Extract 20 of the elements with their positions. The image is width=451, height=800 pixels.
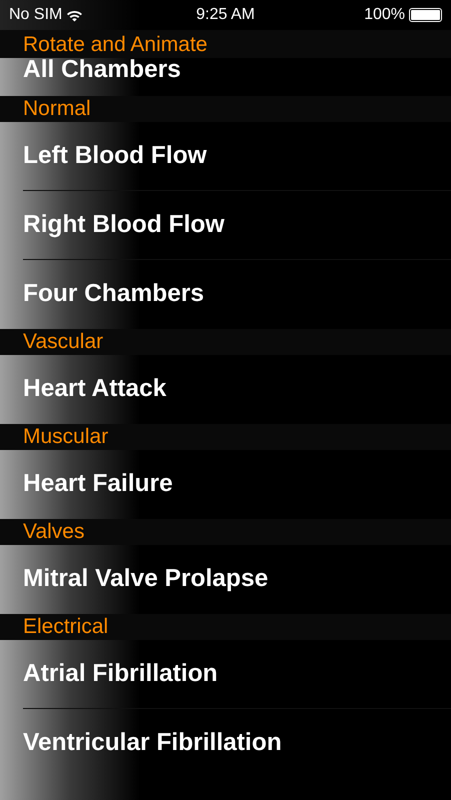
clock-text: 9:25 AM [196,5,255,25]
battery-percent: 100% [364,5,405,25]
menu-item[interactable]: Atrial Fibrillation [23,656,218,693]
wifi-icon [66,8,84,22]
menu-item[interactable]: Four Chambers [23,276,204,313]
carrier-text: No SIM [9,5,62,25]
menu-item[interactable]: All Chambers [23,58,181,82]
section-header: Valves [0,519,451,545]
menu-item[interactable]: Right Blood Flow [23,207,224,244]
menu-item[interactable]: Heart Attack [23,371,166,408]
battery-icon [408,8,442,22]
section-header: Vascular [0,329,451,355]
menu-item[interactable]: Mitral Valve Prolapse [23,561,268,598]
section-header: Rotate and Animate [0,30,451,58]
section-header: Electrical [0,614,451,640]
menu-item[interactable]: Left Blood Flow [23,138,207,175]
menu-item[interactable]: Ventricular Fibrillation [23,725,282,762]
menu-item[interactable]: Heart Failure [23,466,173,503]
section-header: Muscular [0,424,451,450]
section-header: Normal [0,96,451,122]
